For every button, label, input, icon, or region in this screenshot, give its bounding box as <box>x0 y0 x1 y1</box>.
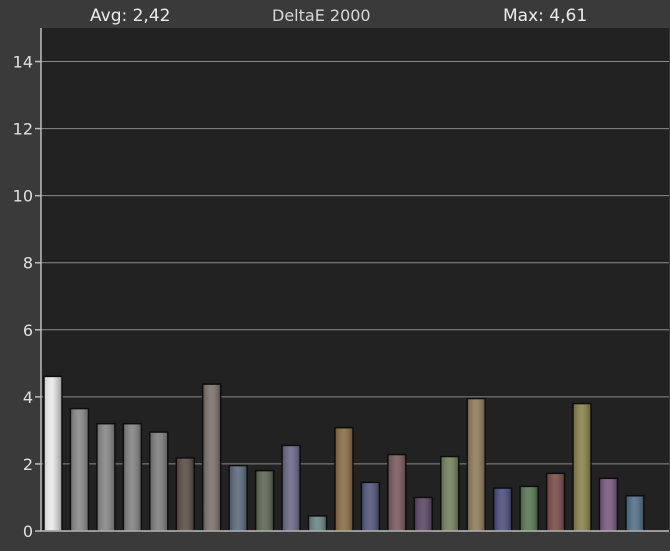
bar-shading <box>362 483 379 531</box>
bar-shading <box>388 455 406 531</box>
y-tick-label: 4 <box>23 388 33 407</box>
bar-shading <box>44 377 62 531</box>
bar-shading <box>150 432 168 531</box>
bar-shading <box>547 474 564 531</box>
bar-shading <box>229 466 247 531</box>
deltae-bar-chart: 0 2 4 6 8 10 12 14 <box>13 28 669 541</box>
bar-shading <box>626 496 644 531</box>
chart-window: Avg: 2,42 DeltaE 2000 Max: 4,61 0 2 4 6 8 10 1… <box>0 0 670 551</box>
y-tick-label: 10 <box>13 187 33 206</box>
bar-shading <box>282 446 300 531</box>
bar-shading <box>494 488 511 531</box>
y-tick-label: 6 <box>23 321 33 340</box>
bar-shading <box>335 428 353 531</box>
y-tick-label: 8 <box>23 254 33 273</box>
bar-shading <box>309 516 326 531</box>
bar-shading <box>415 498 432 531</box>
bar-shading <box>71 409 88 531</box>
bar-shading <box>97 424 115 531</box>
y-tick-label: 14 <box>13 53 33 72</box>
y-tick-label: 0 <box>23 522 33 541</box>
bar-shading <box>256 471 273 531</box>
bar-shading <box>124 424 141 531</box>
bar-shading <box>441 457 458 531</box>
bar-shading <box>203 384 220 531</box>
y-tick-label: 2 <box>23 455 33 474</box>
bar-shading <box>467 399 485 531</box>
bar-shading <box>520 487 538 531</box>
bar-shading <box>573 404 591 531</box>
bar-shading <box>600 479 617 531</box>
bar-shading <box>177 458 194 531</box>
y-tick-label: 12 <box>13 120 33 139</box>
